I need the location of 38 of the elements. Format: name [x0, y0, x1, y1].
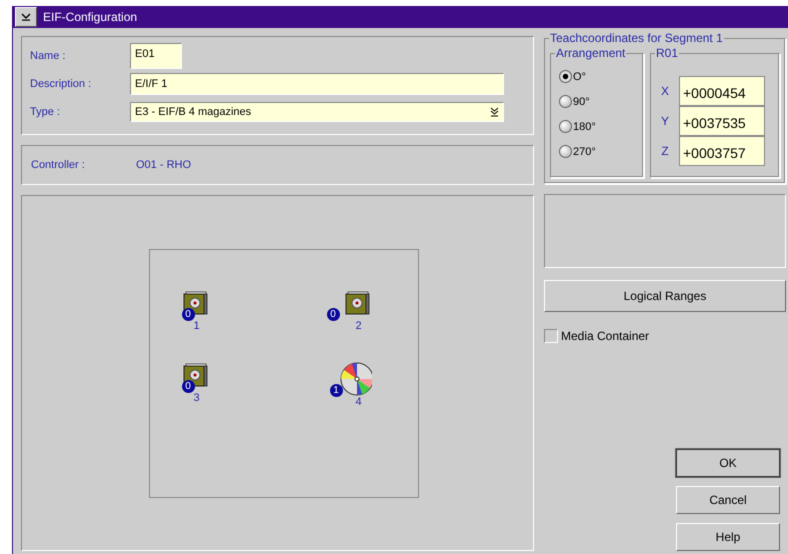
magazine-number: 2: [354, 320, 363, 332]
field-label: Type :: [30, 106, 61, 118]
dialog-button[interactable]: Cancel: [676, 486, 780, 514]
coordinate-field[interactable]: +0037535: [679, 106, 765, 136]
magazine-number: 4: [354, 396, 363, 408]
coordinate-field[interactable]: +0000454: [679, 76, 765, 106]
logical-ranges-button[interactable]: Logical Ranges: [544, 280, 786, 312]
caret-icon: [21, 13, 31, 21]
group-title: Teachcoordinates for Segment 1: [549, 31, 724, 45]
count-badge: 0: [182, 308, 194, 320]
count-badge: 0: [182, 380, 194, 393]
count-badge: 1: [330, 384, 342, 397]
arrangement-radio[interactable]: O°: [559, 68, 639, 85]
arrangement-radio[interactable]: 270°: [559, 143, 639, 160]
axis-label: Z: [660, 144, 670, 158]
magazine-number: 1: [192, 320, 201, 332]
controller-label: Controller :: [31, 159, 86, 171]
count-badge: 0: [326, 308, 340, 320]
arrangement-radio[interactable]: 180°: [559, 118, 639, 135]
dialog-button[interactable]: Help: [676, 523, 780, 551]
axis-label: Y: [660, 114, 670, 128]
magazine-number: 3: [192, 392, 201, 404]
controller-value: O01 - RHO: [136, 159, 192, 171]
field-label: Name :: [30, 50, 66, 62]
media-container-checkbox[interactable]: Media Container: [544, 329, 786, 343]
type-dropdown[interactable]: E3 - EIF/B 4 magazines: [130, 102, 504, 122]
description-field[interactable]: E/I/F 1: [130, 72, 504, 94]
name-field[interactable]: E01: [130, 42, 182, 68]
window-title: EIF-Configuration: [43, 10, 138, 24]
arrangement-radio[interactable]: 90°: [559, 93, 639, 110]
axis-label: X: [660, 84, 670, 98]
coordinate-field[interactable]: +0003757: [679, 136, 765, 166]
group-title: Arrangement: [555, 46, 626, 60]
system-menu-button[interactable]: [15, 7, 37, 27]
group-title: R01: [655, 46, 680, 60]
dropdown-arrow-icon: [490, 106, 499, 116]
field-label: Description :: [30, 78, 92, 90]
dialog-button[interactable]: OK: [676, 449, 780, 477]
